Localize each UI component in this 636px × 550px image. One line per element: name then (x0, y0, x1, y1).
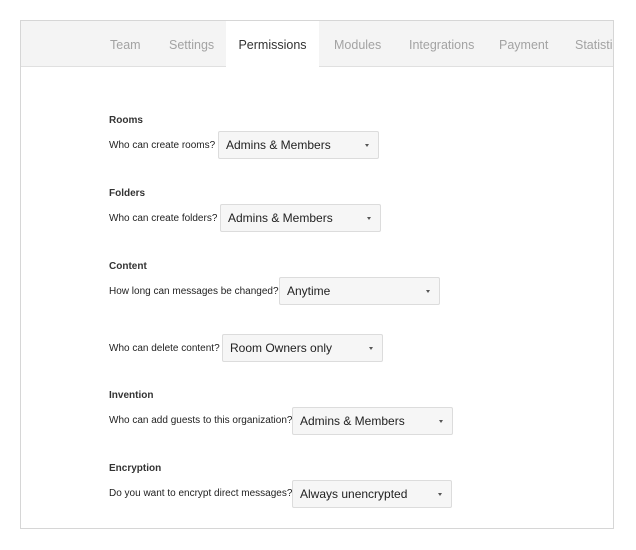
tab-integrations[interactable]: Integrations (409, 21, 474, 67)
tab-permissions[interactable]: Permissions (226, 21, 319, 68)
caret-down-icon (426, 290, 430, 293)
caret-down-icon (439, 420, 443, 423)
caret-down-icon (438, 493, 442, 496)
select-add-guests[interactable]: Admins & Members (292, 407, 453, 435)
caret-down-icon (369, 347, 373, 350)
select-add-guests-value: Admins & Members (300, 414, 405, 428)
section-title-encryption: Encryption (109, 463, 162, 474)
select-edit-messages-value: Anytime (287, 284, 331, 298)
tab-payment[interactable]: Payment (499, 21, 548, 67)
caret-down-icon (367, 217, 371, 220)
select-encrypt-messages[interactable]: Always unencrypted (292, 480, 452, 508)
question-create-rooms: Who can create rooms? (109, 140, 216, 151)
select-delete-content-value: Room Owners only (230, 341, 333, 355)
tab-statistics[interactable]: Statistics (575, 21, 613, 67)
question-encrypt-messages: Do you want to encrypt direct messages? (109, 488, 293, 499)
select-create-folders-value: Admins & Members (228, 211, 333, 225)
question-create-folders: Who can create folders? (109, 213, 218, 224)
tab-modules[interactable]: Modules (334, 21, 381, 67)
select-create-rooms[interactable]: Admins & Members (218, 131, 379, 159)
tab-settings[interactable]: Settings (169, 21, 214, 67)
caret-down-icon (365, 144, 369, 147)
question-delete-content: Who can delete content? (109, 343, 220, 354)
select-create-folders[interactable]: Admins & Members (220, 204, 381, 232)
select-delete-content[interactable]: Room Owners only (222, 334, 383, 362)
question-edit-messages: How long can messages be changed? (109, 286, 279, 297)
question-add-guests: Who can add guests to this organization? (109, 415, 293, 426)
tab-bar: Team Settings Permissions Modules Integr… (21, 21, 613, 68)
select-create-rooms-value: Admins & Members (226, 138, 331, 152)
section-title-invention: Invention (109, 390, 154, 401)
section-title-folders: Folders (109, 188, 146, 199)
select-encrypt-messages-value: Always unencrypted (300, 487, 408, 501)
tab-team[interactable]: Team (110, 21, 141, 67)
section-title-content: Content (109, 261, 147, 272)
permissions-panel: Team Settings Permissions Modules Integr… (20, 20, 614, 529)
section-title-rooms: Rooms (109, 115, 143, 126)
select-edit-messages[interactable]: Anytime (279, 277, 440, 305)
